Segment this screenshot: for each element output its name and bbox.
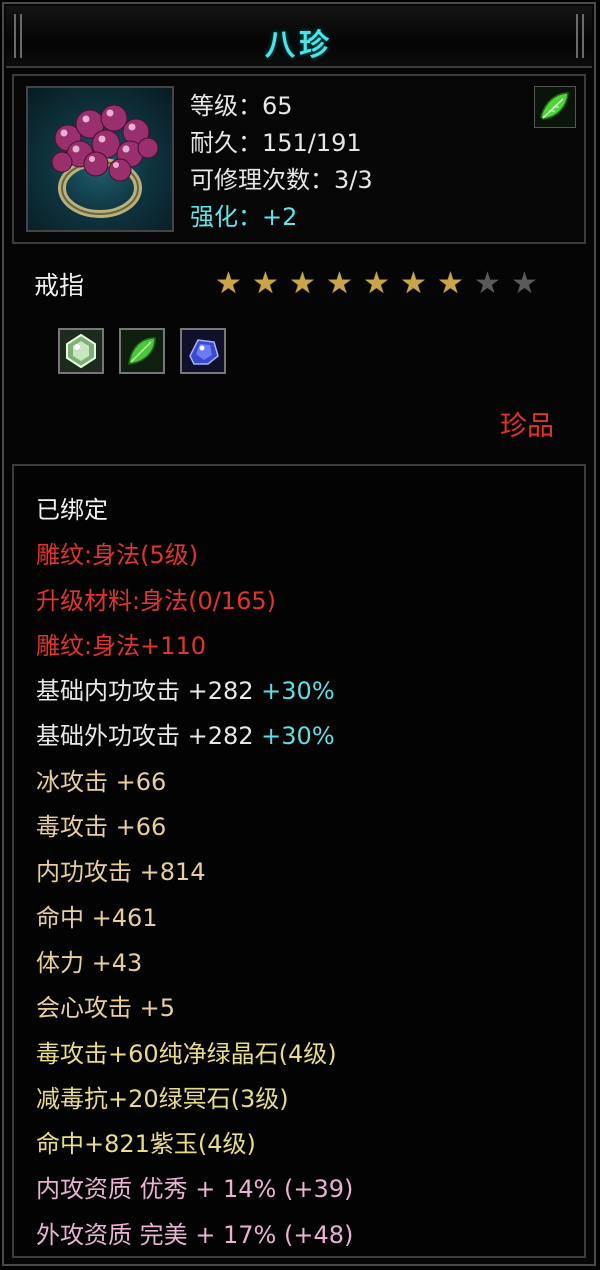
star-icon: ★ <box>437 266 464 301</box>
white-green-gem-icon <box>58 328 104 374</box>
star-icon: ★ <box>400 266 427 301</box>
engrave-line: 雕纹:身法(5级) <box>36 541 199 570</box>
item-header-panel: 等级：65 耐久：151/191 可修理次数：3/3 强化：+2 <box>12 74 586 244</box>
star-icon: ★ <box>289 266 316 301</box>
star-icon: ★ <box>511 266 538 301</box>
stamina-line: 体力 +43 <box>36 948 143 977</box>
engrave-bonus-line: 雕纹:身法+110 <box>36 631 207 660</box>
item-stats: 等级：65 耐久：151/191 可修理次数：3/3 强化：+2 <box>190 88 373 236</box>
star-icon: ★ <box>252 266 279 301</box>
ring-icon <box>26 86 174 232</box>
crit-attack-line: 会心攻击 +5 <box>36 994 176 1023</box>
item-type-label: 戒指 <box>34 271 85 300</box>
upgrade-material-line: 升级材料:身法(0/165) <box>36 586 276 615</box>
base-inner-attack-value: 基础内功攻击 +282 <box>36 677 254 706</box>
attributes-panel: 已绑定 雕纹:身法(5级) 升级材料:身法(0/165) 雕纹:身法+110 基… <box>12 464 586 1258</box>
ice-attack-line: 冰攻击 +66 <box>36 767 167 796</box>
level-text: 等级：65 <box>190 92 293 120</box>
accuracy-line: 命中 +461 <box>36 903 158 932</box>
gem-bonus-line-1: 毒攻击+60纯净绿晶石(4级) <box>36 1039 337 1068</box>
inner-attack-line: 内功攻击 +814 <box>36 858 206 887</box>
gem-bonus-line-3: 命中+821紫玉(4级) <box>36 1130 256 1159</box>
leaf-icon <box>534 86 576 128</box>
base-outer-attack-line: 基础外功攻击 +282 +30% <box>36 714 353 759</box>
durability-text: 耐久：151/191 <box>190 129 362 157</box>
title-ornament-right <box>576 14 584 58</box>
star-icon: ★ <box>474 266 501 301</box>
inner-quality-line: 内攻资质 优秀 + 14% (+39) <box>36 1175 354 1204</box>
star-icon: ★ <box>326 266 353 301</box>
star-icon: ★ <box>363 266 390 301</box>
repair-count-text: 可修理次数：3/3 <box>190 166 373 194</box>
socketed-gems <box>58 328 241 374</box>
star-rating: ★ ★ ★ ★ ★ ★ ★ ★ ★ <box>210 268 543 300</box>
star-icon: ★ <box>215 266 242 301</box>
gem-bonus-line-2: 减毒抗+20绿冥石(3级) <box>36 1084 289 1113</box>
bound-status: 已绑定 <box>36 496 108 524</box>
poison-attack-line: 毒攻击 +66 <box>36 813 167 842</box>
attribute-list: 已绑定 雕纹:身法(5级) 升级材料:身法(0/165) 雕纹:身法+110 基… <box>36 488 353 1258</box>
base-inner-attack-percent: +30% <box>253 677 335 706</box>
outer-quality-line: 外攻资质 完美 + 17% (+48) <box>36 1220 354 1249</box>
base-inner-attack-line: 基础内功攻击 +282 +30% <box>36 669 353 714</box>
base-outer-attack-value: 基础外功攻击 +282 <box>36 722 254 751</box>
enhance-text: 强化：+2 <box>190 203 298 231</box>
title-bar: 八珍 <box>6 6 592 68</box>
blue-crystal-gem-icon <box>180 328 226 374</box>
base-outer-attack-percent: +30% <box>253 722 335 751</box>
item-name-title: 八珍 <box>265 28 333 63</box>
rarity-label: 珍品 <box>500 411 554 442</box>
green-leaf-gem-icon <box>119 328 165 374</box>
